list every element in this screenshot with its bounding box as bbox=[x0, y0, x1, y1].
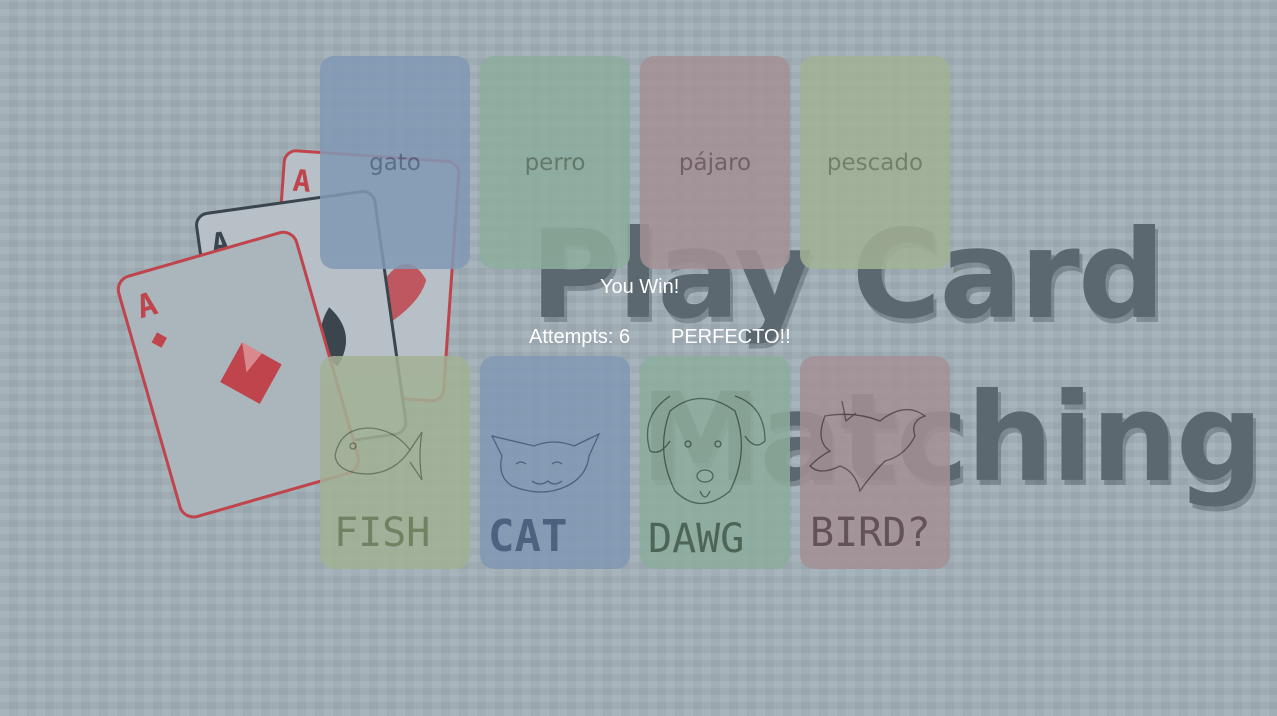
fish-drawing-icon: FISH bbox=[334, 427, 430, 556]
word-card-perro[interactable]: perro bbox=[480, 56, 630, 269]
picture-card-label: BIRD? bbox=[810, 510, 930, 556]
cat-drawing-icon: CAT bbox=[488, 432, 601, 562]
word-card-label: pájaro bbox=[678, 149, 752, 176]
word-card-gato[interactable]: gato bbox=[320, 56, 470, 269]
picture-card-label: CAT bbox=[488, 511, 567, 562]
win-message: You Win! bbox=[600, 276, 680, 298]
attempts-counter: Attempts: 6 bbox=[529, 326, 631, 348]
picture-card-label: DAWG bbox=[648, 516, 744, 562]
picture-card-dog[interactable]: DAWG bbox=[640, 356, 790, 569]
picture-card-cat[interactable]: CAT bbox=[480, 356, 630, 569]
rating-text: PERFECTO!! bbox=[671, 326, 791, 348]
picture-card-bird[interactable]: BIRD? bbox=[800, 356, 950, 569]
word-card-label: perro bbox=[524, 149, 586, 176]
svg-text:A: A bbox=[292, 164, 312, 200]
word-card-label: gato bbox=[369, 149, 421, 176]
word-card-pajaro[interactable]: pájaro bbox=[640, 56, 790, 269]
dog-drawing-icon: DAWG bbox=[646, 395, 766, 562]
bird-drawing-icon: BIRD? bbox=[809, 400, 930, 556]
word-card-label: pescado bbox=[826, 149, 924, 176]
picture-card-label: FISH bbox=[334, 510, 430, 556]
word-card-pescado[interactable]: pescado bbox=[800, 56, 950, 269]
picture-card-fish[interactable]: FISH bbox=[320, 356, 470, 569]
